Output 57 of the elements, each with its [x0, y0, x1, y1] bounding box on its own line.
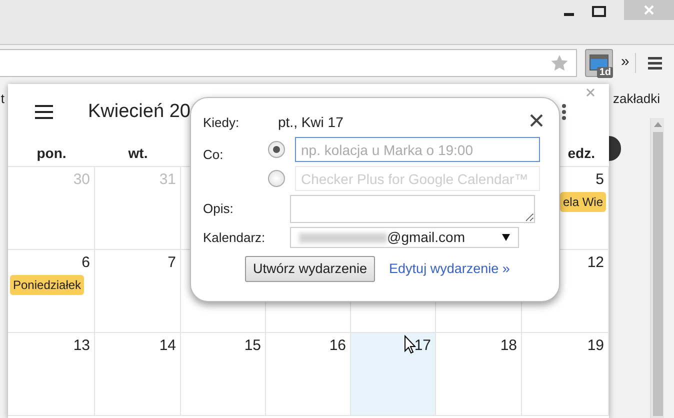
day-number: 30: [73, 170, 90, 190]
day-number: 13: [73, 336, 90, 356]
extension-button[interactable]: 1d: [585, 48, 613, 76]
day-number: 14: [159, 336, 176, 356]
day-cell[interactable]: 7: [95, 250, 181, 333]
close-icon[interactable]: [530, 114, 543, 127]
weekday-header: wt.: [128, 144, 148, 162]
event-chip[interactable]: ela Wie: [560, 192, 606, 212]
overflow-chevron[interactable]: »: [621, 51, 630, 74]
day-cell[interactable]: 14: [95, 333, 181, 416]
bookmark-item[interactable]: zakładki: [613, 89, 660, 109]
field-label: Kiedy:: [203, 114, 240, 132]
day-number: 19: [587, 336, 604, 356]
radio-button[interactable]: [268, 170, 285, 187]
day-number: 7: [168, 253, 176, 273]
more-icon[interactable]: [562, 104, 566, 120]
weekday-header: edz.: [568, 144, 595, 162]
description-field[interactable]: [290, 195, 535, 223]
calendar-select[interactable]: @gmail.com: [290, 227, 519, 248]
day-number: 6: [82, 253, 90, 273]
field-label: Opis:: [203, 200, 234, 218]
date-text: pt., Kwi 17: [278, 113, 344, 132]
cursor-icon: [404, 335, 416, 354]
menu-icon[interactable]: [35, 105, 53, 119]
today-cell[interactable]: 17: [351, 333, 436, 416]
dropdown-icon: [502, 234, 510, 241]
star-icon[interactable]: [551, 54, 568, 70]
count-badge: 1d: [597, 66, 613, 78]
close-icon: [644, 5, 654, 15]
text-field[interactable]: np. kolacja u Marka o 19:00: [295, 137, 540, 162]
event-chip[interactable]: Poniedziałek: [10, 274, 84, 294]
day-cell[interactable]: 19: [522, 333, 609, 416]
day-number: 5: [596, 170, 604, 190]
minimize-icon[interactable]: [564, 13, 574, 17]
day-number: 31: [159, 170, 176, 190]
day-number: 17: [414, 336, 431, 356]
day-number: 16: [329, 336, 346, 356]
avatar[interactable]: [609, 136, 621, 161]
scrollbar[interactable]: [650, 118, 664, 418]
day-cell[interactable]: 13: [8, 333, 95, 416]
weekday-header: pon.: [36, 144, 66, 163]
address-field[interactable]: [0, 48, 577, 76]
maximize-icon[interactable]: [592, 6, 606, 17]
field-label: Kalendarz:: [203, 228, 266, 247]
day-cell[interactable]: 6 Poniedziałek: [8, 250, 95, 333]
day-cell[interactable]: 15: [181, 333, 266, 416]
day-number: 12: [587, 253, 604, 273]
day-number: 18: [500, 336, 517, 356]
day-number: 15: [244, 336, 261, 356]
month-title: Kwiecień 20: [88, 100, 190, 124]
edit-event-link[interactable]: Edytuj wydarzenie »: [389, 259, 510, 280]
day-cell[interactable]: 18: [436, 333, 522, 416]
menu-icon[interactable]: [648, 56, 662, 70]
radio-button[interactable]: [268, 141, 285, 158]
field-label: Co:: [203, 146, 224, 164]
create-event-button[interactable]: Utwórz wydarzenie: [245, 256, 376, 282]
bookmark-item[interactable]: it: [0, 89, 4, 109]
